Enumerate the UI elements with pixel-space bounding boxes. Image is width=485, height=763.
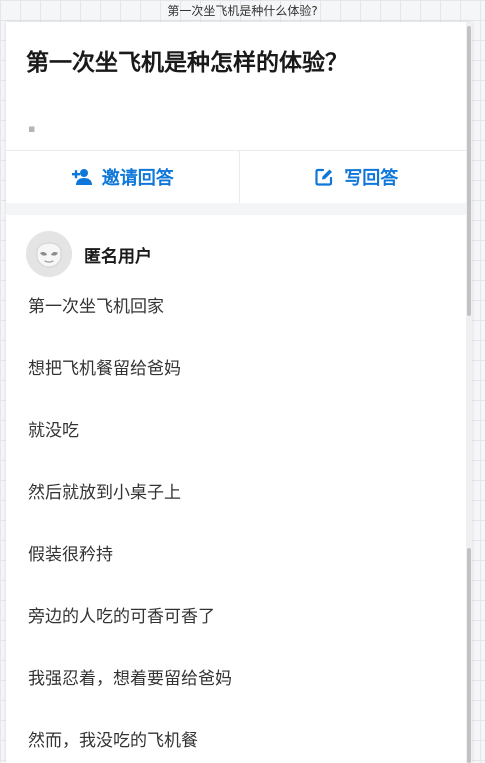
answer-line: 然而，我没吃的飞机餐 (28, 731, 198, 751)
add-person-icon (71, 166, 93, 188)
question-title: 第一次坐飞机是种怎样的体验？ (26, 50, 348, 76)
invite-answer-button[interactable]: 邀请回答 (6, 151, 240, 203)
answer-author[interactable]: 匿名用户 (26, 230, 152, 278)
anonymous-avatar-icon (26, 231, 72, 277)
section-divider (6, 203, 472, 215)
window-title: 第一次坐飞机是种什么体验? (167, 4, 318, 18)
write-answer-label: 写回答 (344, 168, 399, 189)
answer-line: 旁边的人吃的可香可香了 (28, 607, 215, 627)
write-answer-button[interactable]: 写回答 (240, 151, 473, 203)
author-name: 匿名用户 (84, 246, 152, 267)
edit-icon (313, 166, 335, 188)
answer-line: 就没吃 (28, 421, 79, 441)
scrollbar-thumb[interactable] (467, 26, 471, 316)
invite-answer-label: 邀请回答 (101, 168, 174, 189)
vertical-scrollbar[interactable] (466, 22, 472, 763)
answer-content: 第一次坐飞机回家 想把飞机餐留给爸妈 就没吃 然后就放到小桌子上 假装很矜持 旁… (28, 292, 448, 763)
answer-line: 我强忍着，想着要留给爸妈 (28, 669, 232, 689)
answer-action-bar: 邀请回答 写回答 (6, 150, 472, 203)
answer-line: 想把飞机餐留给爸妈 (28, 359, 181, 379)
answer-line: 然后就放到小桌子上 (28, 483, 181, 503)
answer-line: 第一次坐飞机回家 (28, 297, 164, 317)
scrollbar-thumb[interactable] (467, 548, 471, 763)
question-card: 第一次坐飞机是种怎样的体验？ ▪ 邀请回答 写回答 匿名用户 第一次坐飞机回家 … (6, 22, 472, 763)
question-description: ▪ (28, 122, 36, 135)
answer-line: 假装很矜持 (28, 545, 113, 565)
